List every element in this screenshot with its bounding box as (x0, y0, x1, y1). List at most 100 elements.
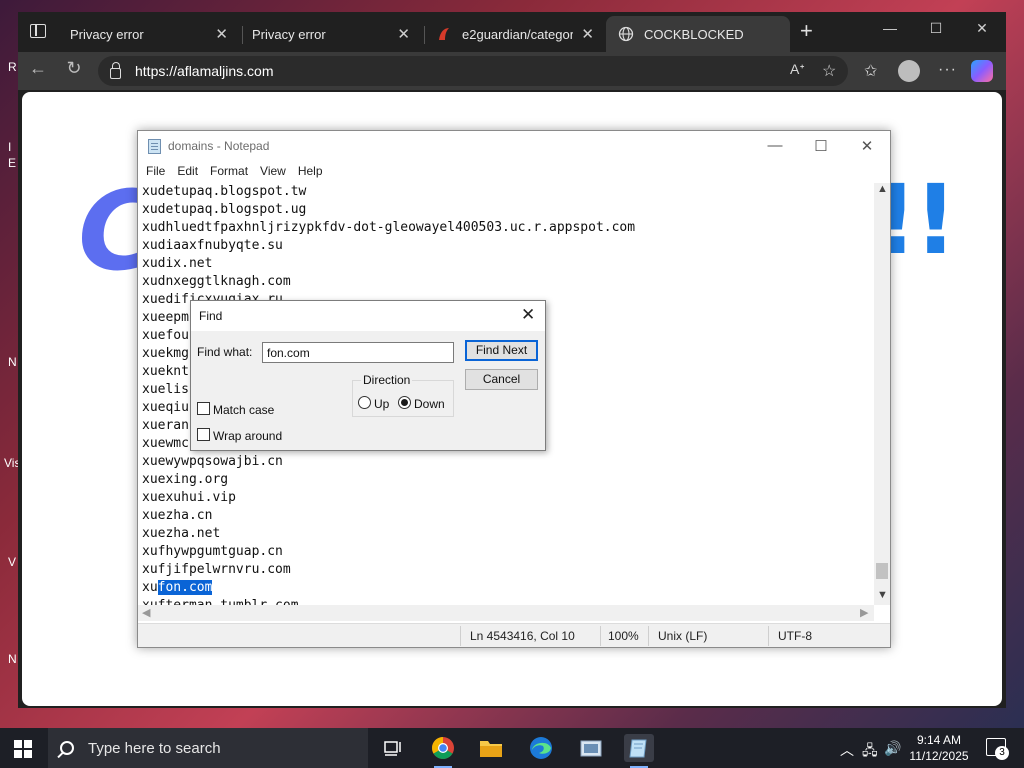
desktop-icon-label-fragment: I (8, 140, 12, 154)
taskbar-search-box[interactable]: Type here to search (48, 728, 368, 768)
status-divider (768, 626, 769, 646)
scroll-down-icon[interactable]: ▼ (877, 589, 888, 601)
direction-up-radio[interactable] (358, 396, 371, 409)
desktop-icon-label-fragment: V (8, 555, 17, 569)
match-case-label: Match case (213, 403, 275, 417)
notepad-title-bar[interactable]: domains - Notepad — ☐ ✕ (138, 131, 890, 161)
text-line: xudix.net (142, 256, 213, 271)
text-line: xudetupaq.blogspot.tw (142, 184, 307, 199)
vertical-scrollbar[interactable]: ▲ ▼ (874, 183, 890, 605)
status-line-endings: Unix (LF) (658, 629, 708, 643)
edge-icon[interactable] (526, 734, 556, 762)
tab-label: Privacy error (70, 26, 144, 42)
network-icon[interactable]: 🖧 (862, 740, 878, 764)
text-line: xuexing.org (142, 472, 229, 487)
tab-strip: Privacy error ✕ Privacy error ✕ e2guardi… (18, 12, 1006, 52)
desktop-icon-label-fragment: N (8, 652, 17, 666)
notepad-title: domains - Notepad (168, 139, 270, 153)
volume-icon[interactable]: 🔊 (884, 740, 901, 757)
desktop-icon-label-fragment: R (8, 60, 17, 74)
copilot-icon[interactable] (971, 60, 993, 82)
menu-view[interactable]: View (260, 161, 286, 183)
direction-down-radio[interactable] (398, 396, 411, 409)
task-view-icon[interactable] (378, 734, 408, 762)
notepad-status-bar: Ln 4543416, Col 10 100% Unix (LF) UTF-8 (138, 623, 890, 647)
notification-count-badge: 3 (995, 746, 1009, 760)
text-line: xuexuhui.vip (142, 490, 236, 505)
tab-privacy-error-1[interactable]: Privacy error ✕ (58, 16, 240, 52)
taskbar-clock[interactable]: 9:14 AM 11/12/2025 (904, 732, 974, 764)
read-aloud-icon[interactable]: Aᐩ (790, 61, 805, 78)
url-input[interactable]: https://aflamaljins.com (98, 56, 848, 86)
maximize-icon[interactable]: ☐ (806, 137, 836, 155)
text-line: xufhywpgumtguap.cn (142, 544, 283, 559)
more-icon[interactable]: ··· (938, 61, 957, 79)
text-line: xudiaaxfnubyqte.su (142, 238, 283, 253)
new-tab-icon[interactable]: + (800, 20, 813, 42)
scroll-left-icon[interactable]: ◀ (142, 606, 150, 619)
scroll-thumb[interactable] (876, 563, 888, 579)
text-line: xuezha.cn (142, 508, 213, 523)
tab-e2guardian[interactable]: e2guardian/categories ✕ (424, 16, 606, 52)
notepad-icon[interactable] (624, 734, 654, 768)
close-tab-icon[interactable]: ✕ (215, 25, 228, 43)
close-icon[interactable]: ✕ (521, 305, 535, 325)
globe-icon (618, 26, 634, 42)
cancel-button[interactable]: Cancel (465, 369, 538, 390)
lock-icon[interactable] (110, 61, 121, 79)
e2guardian-favicon-icon (439, 28, 449, 40)
close-tab-icon[interactable]: ✕ (397, 25, 410, 43)
text-line: xufterman.tumblr.com (142, 597, 874, 605)
text-line: xuezha.net (142, 526, 221, 541)
refresh-icon[interactable]: ↻ (60, 58, 88, 79)
text-line: xuewywpqsowajbi.cn (142, 454, 283, 469)
back-icon[interactable]: ← (24, 58, 52, 79)
status-cursor-position: Ln 4543416, Col 10 (470, 629, 575, 643)
profile-icon[interactable] (898, 60, 920, 82)
direction-label: Direction (361, 373, 413, 387)
tab-privacy-error-2[interactable]: Privacy error ✕ (240, 16, 422, 52)
notepad-desktop-icon[interactable] (576, 734, 606, 762)
close-window-icon[interactable]: ✕ (962, 20, 1002, 37)
menu-edit[interactable]: Edit (177, 161, 198, 183)
search-placeholder: Type here to search (88, 739, 221, 757)
minimize-icon[interactable]: — (760, 137, 790, 154)
maximize-icon[interactable]: ☐ (916, 20, 956, 37)
find-dialog-title-bar[interactable]: Find ✕ (191, 301, 545, 331)
tab-label: COCKBLOCKED (644, 26, 744, 42)
close-tab-icon[interactable]: ✕ (581, 25, 594, 43)
wrap-around-checkbox[interactable] (197, 428, 210, 441)
scroll-right-icon[interactable]: ▶ (860, 606, 868, 619)
minimize-icon[interactable]: — (870, 20, 910, 36)
close-icon[interactable]: ✕ (852, 137, 882, 155)
notepad-menu-bar: File Edit Format View Help (138, 161, 890, 183)
match-case-checkbox[interactable] (197, 402, 210, 415)
desktop-icon-label-fragment: E (8, 156, 17, 170)
favorites-icon[interactable]: ✩ (864, 61, 877, 81)
menu-format[interactable]: Format (210, 161, 248, 183)
text-line: xudnxeggtlknagh.com (142, 274, 291, 289)
tab-actions-icon[interactable] (30, 24, 46, 38)
tab-cockblocked[interactable]: COCKBLOCKED (606, 16, 790, 52)
status-divider (460, 626, 461, 646)
find-next-button[interactable]: Find Next (465, 340, 538, 361)
status-zoom: 100% (608, 629, 639, 643)
windows-start-icon[interactable] (14, 740, 32, 758)
find-what-input[interactable] (262, 342, 454, 363)
menu-file[interactable]: File (146, 161, 165, 183)
chrome-icon[interactable] (428, 734, 458, 768)
scroll-up-icon[interactable]: ▲ (877, 183, 888, 195)
show-hidden-icons-icon[interactable]: ︿ (840, 740, 854, 760)
menu-help[interactable]: Help (298, 161, 323, 183)
status-divider (648, 626, 649, 646)
desktop-icon-label-fragment: N (8, 355, 17, 369)
find-what-label: Find what: (197, 345, 253, 359)
text-line: xufjifpelwrnvru.com (142, 562, 291, 577)
file-explorer-icon[interactable] (476, 734, 506, 762)
tab-label: Privacy error (252, 26, 326, 42)
horizontal-scrollbar[interactable]: ◀ ▶ (138, 605, 874, 621)
direction-down-label: Down (414, 397, 445, 411)
text-line-with-match: xufon.com (142, 579, 874, 597)
favorite-star-icon[interactable]: ☆ (822, 61, 836, 81)
wrap-around-label: Wrap around (213, 429, 283, 443)
